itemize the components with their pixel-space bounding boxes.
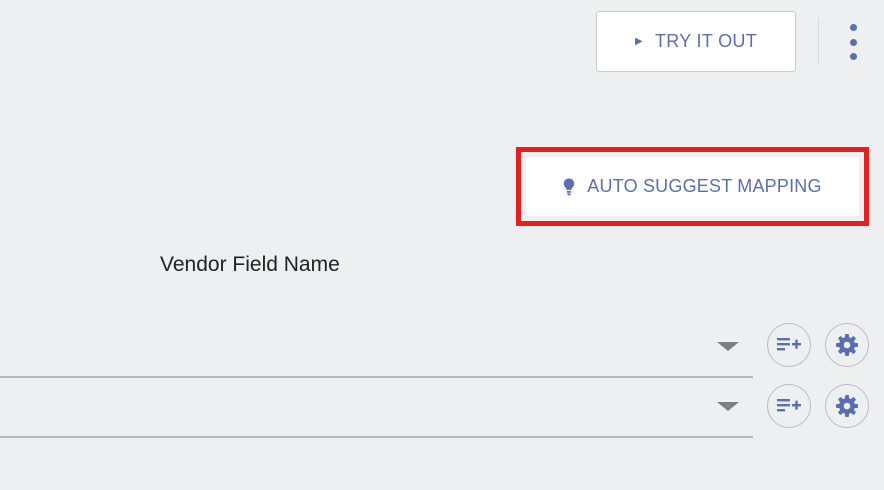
settings-button[interactable]	[825, 323, 869, 367]
playlist-add-icon	[777, 338, 801, 351]
playlist-add-icon	[777, 399, 801, 412]
auto-suggest-mapping-button[interactable]: AUTO SUGGEST MAPPING	[526, 157, 859, 216]
lightbulb-icon	[564, 178, 575, 195]
vendor-field-name-header: Vendor Field Name	[160, 253, 340, 276]
add-to-list-button[interactable]	[767, 384, 811, 428]
auto-suggest-label: AUTO SUGGEST MAPPING	[587, 176, 822, 196]
more-options-icon[interactable]	[842, 24, 864, 60]
try-it-out-label: TRY IT OUT	[654, 31, 758, 51]
gear-icon	[836, 334, 858, 356]
play-icon: ▶	[634, 36, 643, 47]
vendor-field-select[interactable]	[0, 380, 753, 438]
try-it-out-button[interactable]: ▶ TRY IT OUT	[596, 11, 796, 72]
gear-icon	[836, 395, 858, 417]
vendor-field-select[interactable]	[0, 320, 753, 378]
dropdown-caret-icon	[717, 342, 739, 351]
toolbar-divider	[818, 18, 819, 64]
settings-button[interactable]	[825, 384, 869, 428]
add-to-list-button[interactable]	[767, 323, 811, 367]
dropdown-caret-icon	[717, 402, 739, 411]
mapping-row	[0, 380, 884, 438]
mapping-row	[0, 320, 884, 378]
